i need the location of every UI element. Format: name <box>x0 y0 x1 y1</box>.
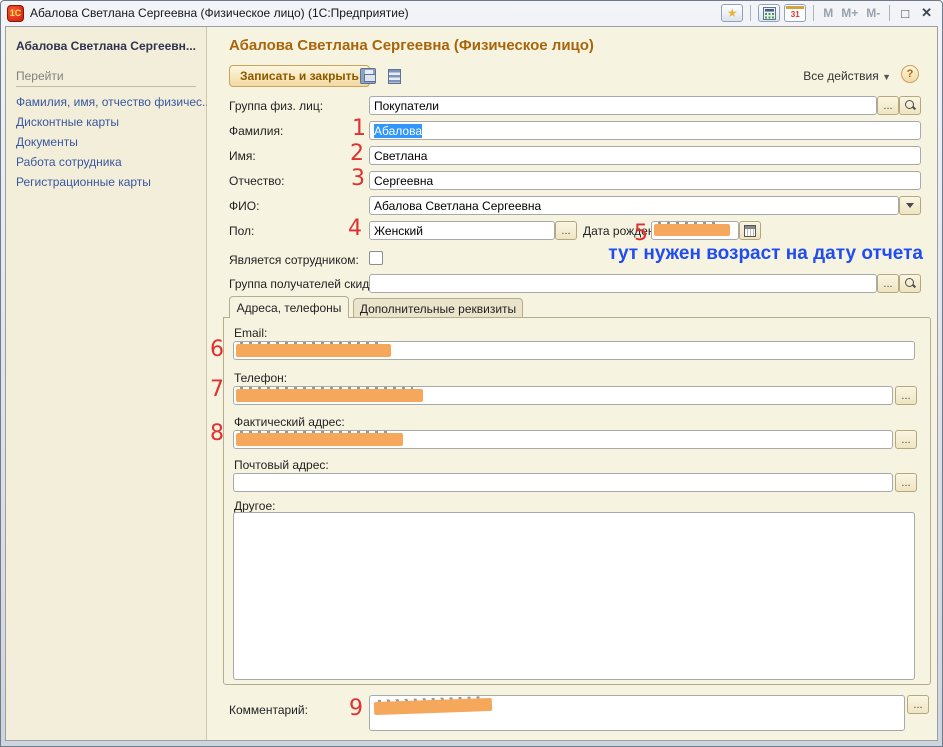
list-icon <box>388 69 401 84</box>
annotation-number-4: 4 <box>348 219 362 239</box>
is-employee-label: Является сотрудником: <box>229 253 359 267</box>
annotation-number-6: 6 <box>210 340 224 360</box>
annotation-number-1: 1 <box>352 119 366 139</box>
save-and-close-button[interactable]: Записать и закрыть <box>229 65 370 87</box>
email-label: Email: <box>234 326 267 340</box>
discount-search-button[interactable] <box>899 274 921 293</box>
middlename-input[interactable]: Сергеевна <box>369 171 921 190</box>
comment-label: Комментарий: <box>229 703 308 717</box>
1c-logo-icon: 1C <box>7 5 24 22</box>
annotation-number-5: 5 <box>634 224 648 244</box>
address-ellipsis-button[interactable]: ... <box>895 430 917 449</box>
gender-label: Пол: <box>229 224 254 238</box>
sidebar-item-fio-history[interactable]: Фамилия, имя, отчество физичес... <box>16 95 196 109</box>
fio-dropdown-button[interactable] <box>899 196 921 215</box>
redaction-address <box>236 433 403 446</box>
calendar-button[interactable]: 31 <box>784 4 806 22</box>
tab-additional-attributes[interactable]: Дополнительные реквизиты <box>353 298 523 318</box>
sidebar-section-go: Перейти <box>16 69 196 87</box>
titlebar-divider <box>889 5 890 21</box>
search-icon <box>905 100 916 111</box>
close-button[interactable]: ✕ <box>917 5 936 21</box>
discount-ellipsis-button[interactable]: ... <box>877 274 899 293</box>
annotation-number-2: 2 <box>350 144 364 164</box>
help-button[interactable]: ? <box>901 65 919 83</box>
lastname-label: Фамилия: <box>229 124 283 138</box>
firstname-input[interactable]: Светлана <box>369 146 921 165</box>
floppy-icon <box>360 68 376 84</box>
redaction-birthdate <box>654 224 730 236</box>
annotation-number-9: 9 <box>349 699 363 719</box>
sidebar-item-discount-cards[interactable]: Дисконтные карты <box>16 115 196 129</box>
form-panel: Абалова Светлана Сергеевна (Физическое л… <box>207 27 937 740</box>
maximize-button[interactable]: □ <box>897 6 913 21</box>
group-label: Группа физ. лиц: <box>229 99 323 113</box>
search-icon <box>905 278 916 289</box>
list-button[interactable] <box>385 67 403 85</box>
selected-text: Абалова <box>374 124 422 138</box>
gender-input[interactable]: Женский <box>369 221 555 240</box>
page-title: Абалова Светлана Сергеевна (Физическое л… <box>229 37 594 54</box>
memory-m-button[interactable]: M <box>821 6 835 20</box>
sidebar-item-employee-work[interactable]: Работа сотрудника <box>16 155 196 169</box>
sidebar-item-registration-cards[interactable]: Регистрационные карты <box>16 175 196 189</box>
lastname-input[interactable]: Абалова <box>369 121 921 140</box>
group-ellipsis-button[interactable]: ... <box>877 96 899 115</box>
sidebar-current-item[interactable]: Абалова Светлана Сергеевн... <box>16 39 196 53</box>
favorites-button[interactable]: ★ <box>721 4 743 22</box>
chevron-down-icon: ▼ <box>882 72 891 82</box>
tab-addresses-phones[interactable]: Адреса, телефоны <box>229 296 349 318</box>
phone-label: Телефон: <box>234 371 287 385</box>
fio-label: ФИО: <box>229 199 259 213</box>
address-label: Фактический адрес: <box>234 415 345 429</box>
annotation-note: тут нужен возраст на дату отчета <box>608 243 923 265</box>
navigation-sidebar: Абалова Светлана Сергеевн... Перейти Фам… <box>6 27 207 740</box>
group-search-button[interactable] <box>899 96 921 115</box>
discount-group-label: Группа получателей скидки: <box>229 277 385 291</box>
postal-ellipsis-button[interactable]: ... <box>895 473 917 492</box>
star-icon: ★ <box>727 6 738 20</box>
firstname-label: Имя: <box>229 149 256 163</box>
gender-ellipsis-button[interactable]: ... <box>555 221 577 240</box>
other-label: Другое: <box>234 499 275 513</box>
titlebar-divider <box>813 5 814 21</box>
redaction-email <box>236 344 391 357</box>
annotation-number-3: 3 <box>351 169 365 189</box>
other-textarea[interactable] <box>233 512 915 680</box>
phone-ellipsis-button[interactable]: ... <box>895 386 917 405</box>
middlename-label: Отчество: <box>229 174 285 188</box>
app-window: 1C Абалова Светлана Сергеевна (Физическо… <box>0 0 943 747</box>
chevron-down-icon <box>906 203 914 208</box>
postal-address-input[interactable] <box>233 473 893 492</box>
annotation-number-7: 7 <box>210 380 224 400</box>
calculator-icon <box>763 7 776 20</box>
group-input[interactable]: Покупатели <box>369 96 877 115</box>
window-title: Абалова Светлана Сергеевна (Физическое л… <box>30 6 409 20</box>
all-actions-button[interactable]: Все действия ▼ <box>803 69 891 83</box>
save-button[interactable] <box>359 67 377 85</box>
sidebar-item-documents[interactable]: Документы <box>16 135 196 149</box>
calendar-icon: 31 <box>791 10 800 19</box>
birthdate-picker-button[interactable] <box>739 221 761 240</box>
addresses-tab-panel: Email: Телефон: ... Фактический адрес: .… <box>223 317 931 685</box>
fio-input[interactable]: Абалова Светлана Сергеевна <box>369 196 899 215</box>
calendar-icon <box>744 225 756 237</box>
redaction-phone <box>236 389 423 402</box>
is-employee-checkbox[interactable] <box>369 251 383 265</box>
memory-mplus-button[interactable]: M+ <box>839 6 860 20</box>
memory-mminus-button[interactable]: M- <box>864 6 882 20</box>
annotation-number-8: 8 <box>210 424 224 444</box>
titlebar-divider <box>750 5 751 21</box>
discount-group-input[interactable] <box>369 274 877 293</box>
comment-ellipsis-button[interactable]: ... <box>907 695 929 714</box>
title-bar: 1C Абалова Светлана Сергеевна (Физическо… <box>1 1 942 25</box>
calculator-button[interactable] <box>758 4 780 22</box>
postal-address-label: Почтовый адрес: <box>234 458 329 472</box>
